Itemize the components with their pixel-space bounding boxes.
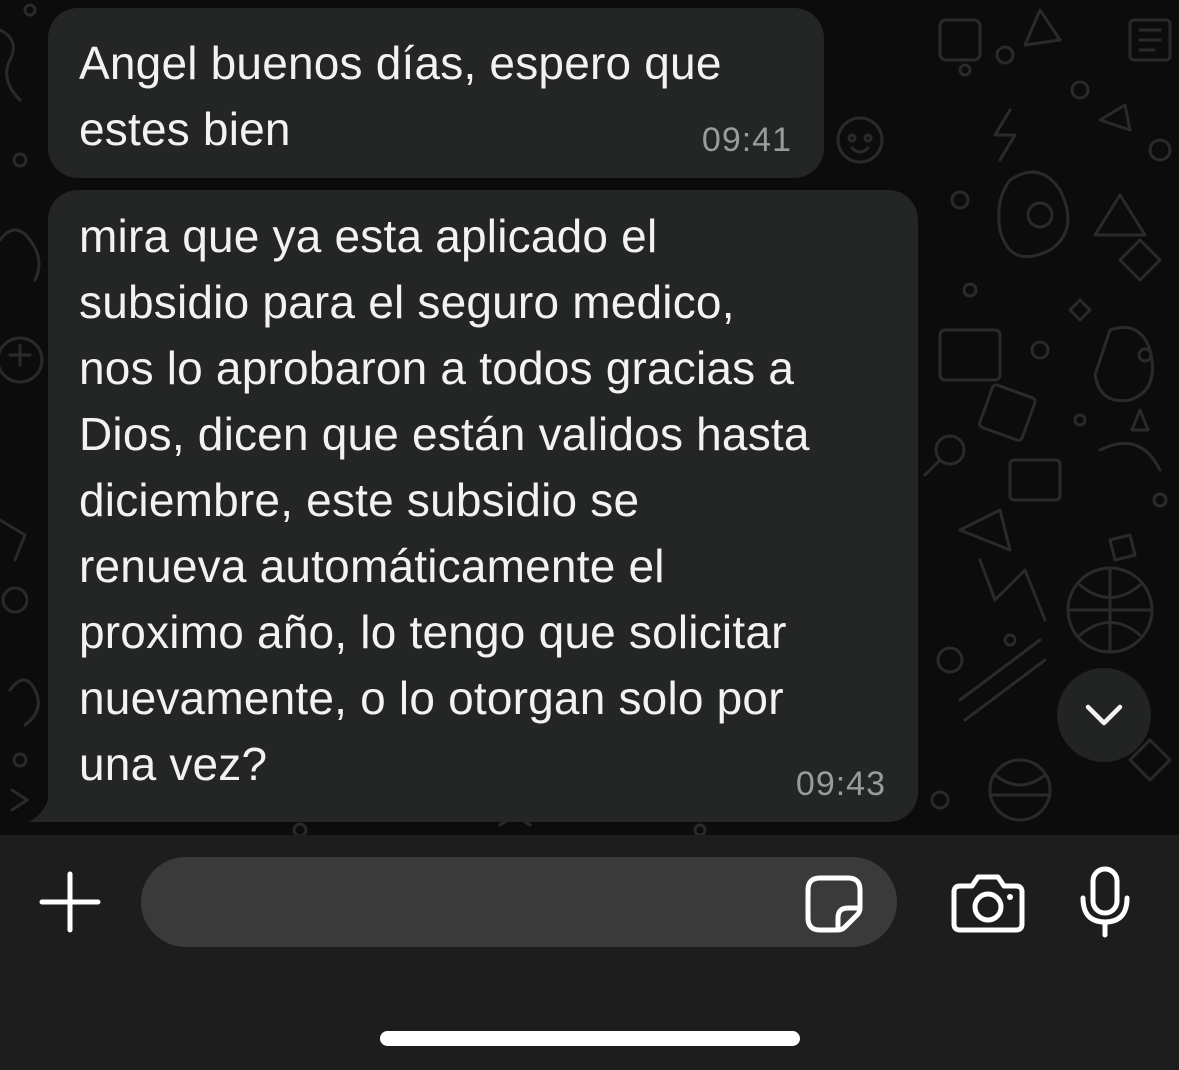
scroll-to-bottom-button[interactable] bbox=[1057, 668, 1151, 762]
chevron-down-icon bbox=[1085, 704, 1123, 726]
camera-button[interactable] bbox=[950, 872, 1026, 934]
microphone-button[interactable] bbox=[1078, 866, 1132, 938]
home-indicator[interactable] bbox=[380, 1031, 800, 1046]
message-timestamp: 09:43 bbox=[795, 765, 886, 803]
message-timestamp: 09:41 bbox=[701, 121, 792, 159]
incoming-message-bubble[interactable]: mira que ya esta aplicado el subsidio pa… bbox=[48, 190, 918, 822]
camera-icon bbox=[951, 874, 1025, 933]
message-input[interactable] bbox=[141, 857, 897, 947]
attach-plus-button[interactable] bbox=[36, 868, 104, 936]
incoming-message-bubble[interactable]: Angel buenos días, espero que estes bien… bbox=[48, 8, 824, 178]
plus-icon bbox=[39, 871, 101, 933]
sticker-button[interactable] bbox=[802, 872, 866, 936]
message-text: Angel buenos días, espero que estes bien bbox=[79, 37, 722, 155]
message-text: mira que ya esta aplicado el subsidio pa… bbox=[79, 210, 810, 790]
microphone-icon bbox=[1080, 866, 1130, 938]
sticker-icon bbox=[805, 875, 863, 933]
chat-area[interactable]: Angel buenos días, espero que estes bien… bbox=[0, 0, 1179, 835]
